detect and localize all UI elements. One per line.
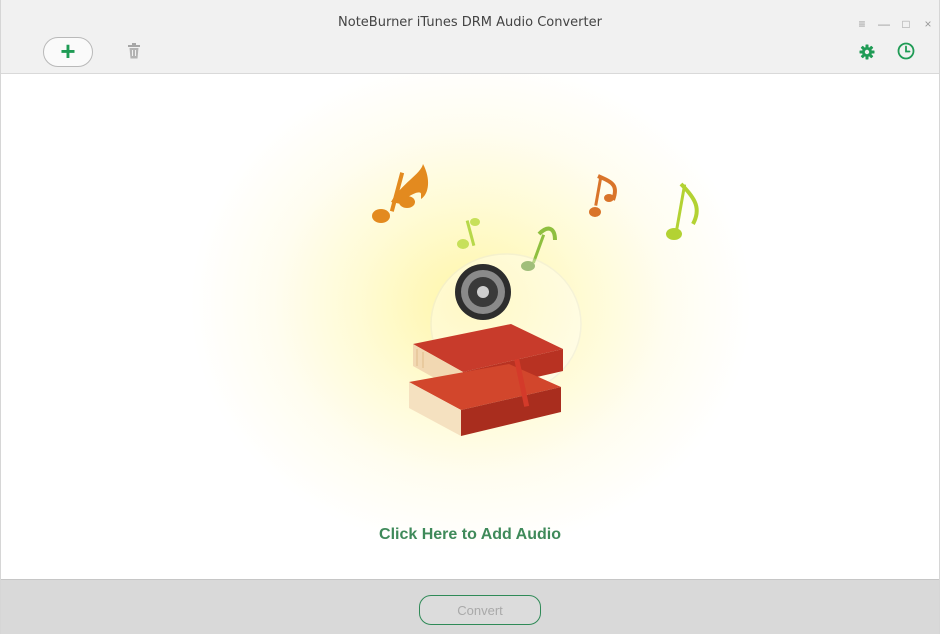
window-title: NoteBurner iTunes DRM Audio Converter: [338, 15, 602, 30]
drop-area[interactable]: Click Here to Add Audio: [1, 74, 939, 579]
music-books-illustration: [372, 164, 699, 436]
gear-icon[interactable]: [859, 44, 875, 60]
music-note-icon: [589, 174, 618, 217]
plus-icon: +: [60, 35, 76, 66]
footer-bar: Convert: [1, 579, 939, 634]
window-controls: ≡ — □ ×: [851, 16, 939, 32]
speaker-icon: [455, 264, 511, 320]
clock-icon[interactable]: [897, 42, 915, 60]
add-button[interactable]: +: [43, 37, 93, 67]
maximize-icon[interactable]: □: [895, 16, 917, 32]
app-window: NoteBurner iTunes DRM Audio Converter + …: [0, 0, 940, 634]
minimize-icon[interactable]: —: [873, 16, 895, 32]
menu-icon[interactable]: ≡: [851, 16, 873, 32]
music-note-icon: [666, 182, 699, 240]
add-audio-link[interactable]: Click Here to Add Audio: [1, 526, 939, 544]
trash-icon[interactable]: [127, 43, 141, 59]
music-note-icon: [457, 218, 480, 249]
convert-button[interactable]: Convert: [419, 595, 541, 625]
music-note-icon: [372, 164, 429, 223]
title-bar: NoteBurner iTunes DRM Audio Converter + …: [1, 0, 939, 74]
books-icon: [409, 324, 563, 436]
close-icon[interactable]: ×: [917, 16, 939, 32]
